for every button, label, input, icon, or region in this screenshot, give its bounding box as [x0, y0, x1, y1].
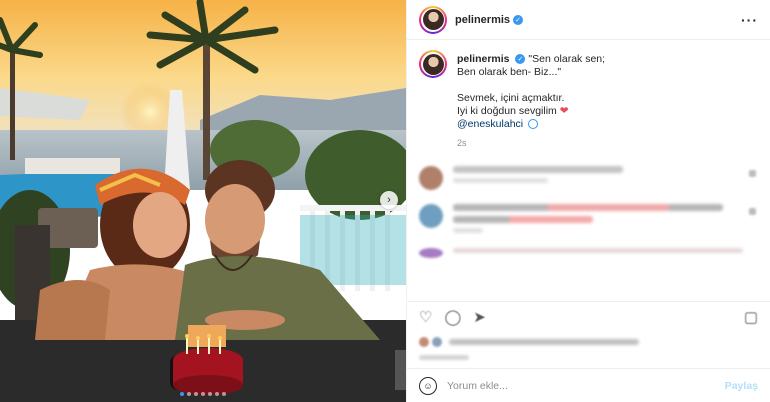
post-photo[interactable]: ›	[0, 0, 406, 402]
comment-input[interactable]	[447, 379, 725, 392]
comment-like-icon[interactable]	[749, 208, 756, 215]
carousel-dot-active	[180, 392, 184, 396]
post-date	[419, 355, 469, 360]
author-avatar[interactable]	[419, 5, 447, 34]
comment-item	[419, 248, 758, 258]
post-comment-button[interactable]: Paylaş	[725, 380, 758, 392]
post-actions: ♡ ◯ ➤ ▢	[407, 301, 770, 331]
couple-birthday-photo	[0, 0, 406, 402]
chevron-right-icon: ›	[387, 194, 391, 206]
commenter-avatar[interactable]	[419, 166, 443, 190]
bookmark-icon[interactable]: ▢	[744, 308, 758, 326]
comment-item	[419, 204, 758, 238]
share-icon[interactable]: ➤	[473, 308, 486, 326]
caption-line-4: Iyi ki doğdun sevgilim	[457, 105, 557, 117]
post-header: pelinermis ✓ ···	[407, 0, 770, 40]
emoji-icon[interactable]: ☺	[419, 376, 437, 395]
next-photo-button[interactable]: ›	[380, 191, 398, 209]
add-comment-bar: ☺ Paylaş	[407, 368, 770, 402]
caption-avatar[interactable]	[419, 50, 447, 78]
caption-username[interactable]: pelinermis	[457, 53, 510, 65]
verified-badge-icon: ✓	[513, 14, 524, 25]
liker-avatar	[432, 337, 442, 347]
post-age: 2s	[457, 138, 467, 148]
heart-icon[interactable]: ♡	[419, 308, 432, 326]
carousel-dot	[222, 392, 226, 396]
carousel-dot	[215, 392, 219, 396]
caption-line-1: "Sen olarak sen;	[528, 53, 606, 65]
tag-icon	[528, 119, 539, 130]
more-horizontal-icon[interactable]: ···	[741, 12, 758, 28]
caption-line-2: Ben olarak ben- Biz..."	[457, 66, 562, 78]
post-side-panel: pelinermis ✓ ··· pelinermis ✓ "Sen olara…	[406, 0, 770, 402]
verified-badge-icon: ✓	[515, 54, 526, 65]
comments-list[interactable]: pelinermis ✓ "Sen olarak sen; Ben olarak…	[407, 40, 770, 301]
caption-line-3: Sevmek, içini açmaktır.	[457, 92, 565, 104]
comment-icon[interactable]: ◯	[444, 308, 461, 326]
post-caption: pelinermis ✓ "Sen olarak sen; Ben olarak…	[419, 50, 758, 150]
carousel-dot	[194, 392, 198, 396]
carousel-dot	[201, 392, 205, 396]
carousel-dots	[0, 392, 406, 396]
author-username[interactable]: pelinermis	[455, 14, 510, 26]
likes-summary[interactable]	[407, 331, 770, 351]
post-dialog: › pelinermis ✓ ··· pelinermis ✓ "Sen ola…	[0, 0, 770, 402]
carousel-dot	[208, 392, 212, 396]
red-heart-icon: ❤	[559, 105, 569, 117]
commenter-avatar[interactable]	[419, 248, 443, 258]
comment-item	[419, 166, 758, 190]
caption-mention-link[interactable]: @eneskulahci	[457, 118, 523, 130]
comment-like-icon[interactable]	[749, 170, 756, 177]
liker-avatar	[419, 337, 429, 347]
commenter-avatar[interactable]	[419, 204, 443, 228]
carousel-dot	[187, 392, 191, 396]
